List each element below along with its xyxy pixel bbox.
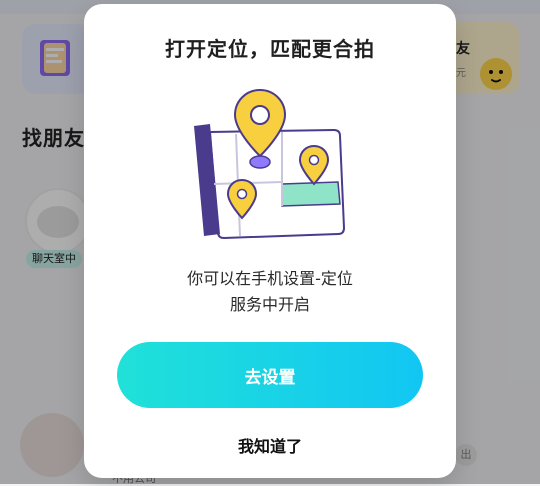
- description-line-1: 你可以在手机设置-定位: [187, 269, 353, 288]
- i-know-button[interactable]: 我知道了: [84, 433, 456, 457]
- dialog-description: 你可以在手机设置-定位 服务中开启: [124, 266, 416, 318]
- map-location-icon: [194, 88, 346, 240]
- dialog-title: 打开定位，匹配更合拍: [165, 37, 375, 61]
- go-settings-button[interactable]: 去设置: [117, 342, 423, 408]
- description-line-2: 服务中开启: [229, 295, 310, 314]
- location-permission-dialog: 打开定位，匹配更合拍 你可以在手机设置-定位 服务中开启 去设置 我知道了: [84, 4, 456, 478]
